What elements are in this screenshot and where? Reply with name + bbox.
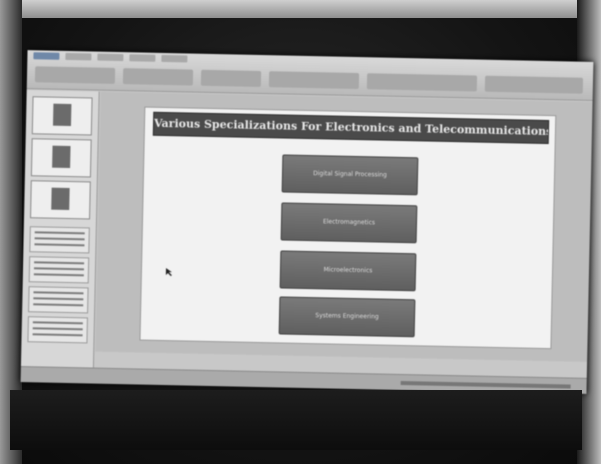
slide-thumbnail-icon[interactable] <box>31 96 93 136</box>
thumbnail-preview <box>52 103 72 127</box>
ribbon-group-paragraph[interactable] <box>268 71 360 90</box>
monitor-screen: Various Specializations For Electronics … <box>20 50 594 394</box>
slide-thumbnail-icon[interactable] <box>30 180 91 220</box>
current-slide[interactable]: Various Specializations For Electronics … <box>139 106 557 350</box>
cursor-icon <box>165 268 172 277</box>
ribbon-group-editing[interactable] <box>484 75 584 94</box>
specialization-box[interactable]: Microelectronics <box>279 250 417 292</box>
ribbon-group-slides[interactable] <box>122 68 194 86</box>
specialization-box[interactable]: Digital Signal Processing <box>281 154 419 196</box>
slide-thumbnail-icon[interactable] <box>30 138 92 178</box>
ribbon-tab[interactable] <box>65 52 92 61</box>
thumbnail-preview <box>52 145 71 169</box>
outline-thumbnail[interactable] <box>28 286 89 314</box>
ribbon-tab[interactable] <box>161 54 188 63</box>
ribbon-group-clipboard[interactable] <box>34 66 116 84</box>
view-zoom-controls[interactable] <box>400 380 571 389</box>
slide-thumbnail-pane <box>20 90 100 384</box>
specialization-box[interactable]: Electromagnetics <box>280 202 418 244</box>
file-tab-icon[interactable] <box>33 52 60 60</box>
outline-thumbnail[interactable] <box>27 316 88 344</box>
specialization-box[interactable]: Systems Engineering <box>278 296 416 338</box>
ribbon-tab[interactable] <box>97 53 124 62</box>
slide-title[interactable]: Various Specializations For Electronics … <box>152 111 550 145</box>
ribbon-tabs <box>33 52 188 65</box>
ribbon-tab[interactable] <box>129 54 156 62</box>
outline-thumbnail[interactable] <box>29 226 90 254</box>
ribbon-group-drawing[interactable] <box>366 73 478 92</box>
monitor-bezel <box>10 390 582 450</box>
slide-editing-area: Various Specializations For Electronics … <box>95 91 593 362</box>
wall-top <box>0 0 601 18</box>
outline-thumbnail[interactable] <box>28 256 90 284</box>
thumbnail-preview <box>51 187 70 211</box>
ribbon-group-font[interactable] <box>200 69 262 88</box>
